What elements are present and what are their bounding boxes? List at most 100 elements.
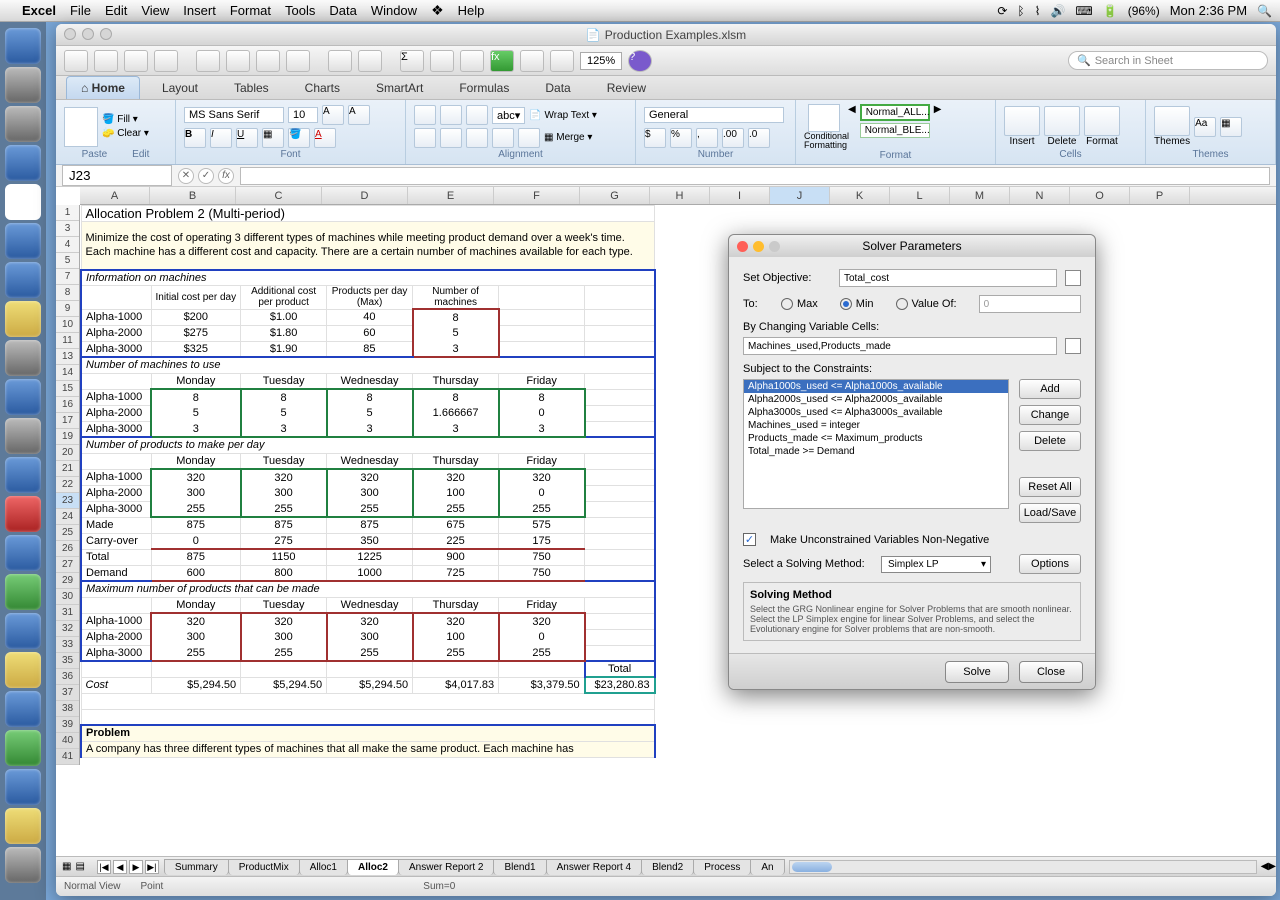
sheet-tab-process[interactable]: Process — [693, 859, 751, 875]
redo-button[interactable] — [358, 50, 382, 72]
tab-prev[interactable]: ◀ — [113, 860, 127, 874]
fill-color[interactable]: 🪣 — [288, 128, 310, 148]
dock-app17[interactable] — [5, 652, 41, 688]
dock-itunes[interactable] — [5, 262, 41, 298]
tab-formulas[interactable]: Formulas — [445, 77, 523, 99]
help-icon[interactable]: ? — [628, 50, 652, 72]
font-color[interactable]: A — [314, 128, 336, 148]
solver-titlebar[interactable]: Solver Parameters — [729, 235, 1095, 257]
paste-button[interactable] — [256, 50, 280, 72]
open-button[interactable] — [124, 50, 148, 72]
menu-window[interactable]: Window — [371, 3, 417, 18]
menu-insert[interactable]: Insert — [183, 3, 216, 18]
paste-big[interactable] — [64, 107, 98, 147]
font-size[interactable]: 10 — [288, 107, 318, 123]
method-select[interactable]: Simplex LP — [881, 556, 991, 573]
style-normal-ble[interactable]: Normal_BLE... — [860, 123, 930, 138]
input-icon[interactable]: ⌨ — [1075, 4, 1092, 18]
tab-scroll-right[interactable]: ▶ — [1268, 861, 1276, 872]
new-button[interactable] — [94, 50, 118, 72]
objective-input[interactable] — [839, 269, 1057, 287]
dock-mail[interactable] — [5, 223, 41, 259]
change-constraint-button[interactable]: Change — [1019, 405, 1081, 425]
horizontal-scrollbar[interactable] — [789, 860, 1257, 874]
tab-tables[interactable]: Tables — [220, 77, 283, 99]
tab-review[interactable]: Review — [593, 77, 660, 99]
align-bot[interactable] — [466, 105, 488, 125]
menu-file[interactable]: File — [70, 3, 91, 18]
number-format[interactable]: General — [644, 107, 784, 123]
app-name[interactable]: Excel — [22, 3, 56, 18]
nonneg-checkbox[interactable]: ✓ — [743, 533, 756, 546]
theme-colors[interactable]: ▦ — [1220, 117, 1242, 137]
chart-button[interactable] — [520, 50, 544, 72]
accept-formula[interactable]: ✓ — [198, 168, 214, 184]
fx-button[interactable]: fx — [490, 50, 514, 72]
dec-decimal[interactable]: .0 — [748, 128, 770, 148]
changing-picker[interactable] — [1065, 338, 1081, 354]
sheet-tab-alloc2[interactable]: Alloc2 — [347, 859, 399, 875]
solve-button[interactable]: Solve — [945, 661, 1009, 683]
menu-data[interactable]: Data — [329, 3, 356, 18]
wrap-text[interactable]: 📄 Wrap Text ▾ — [529, 110, 597, 121]
sync-icon[interactable]: ⟳ — [997, 4, 1007, 18]
sheet-tab-productmix[interactable]: ProductMix — [228, 859, 300, 875]
spotlight-icon[interactable]: 🔍 — [1257, 4, 1272, 18]
dock-excel[interactable] — [5, 574, 41, 610]
dock-app9[interactable] — [5, 340, 41, 376]
outdent[interactable] — [492, 128, 514, 148]
close-button[interactable]: Close — [1019, 661, 1083, 683]
search-input[interactable]: 🔍 Search in Sheet — [1068, 51, 1268, 70]
filter-button[interactable] — [460, 50, 484, 72]
add-constraint-button[interactable]: Add — [1019, 379, 1081, 399]
undo-button[interactable] — [328, 50, 352, 72]
conditional-formatting[interactable]: Conditional Formatting — [804, 104, 844, 150]
view-layout-icon[interactable]: ▤ — [75, 861, 84, 872]
window-titlebar[interactable]: 📄 Production Examples.xlsm — [56, 24, 1276, 46]
currency[interactable]: $ — [644, 128, 666, 148]
dock-app21[interactable] — [5, 808, 41, 844]
tab-first[interactable]: |◀ — [97, 860, 111, 874]
underline-button[interactable]: U — [236, 128, 258, 148]
cut-button[interactable] — [196, 50, 220, 72]
column-headers[interactable]: ABCDEFGHIJKLMNOP — [80, 187, 1276, 205]
menu-view[interactable]: View — [141, 3, 169, 18]
menu-edit[interactable]: Edit — [105, 3, 127, 18]
align-left[interactable] — [414, 128, 436, 148]
sheet-tab-summary[interactable]: Summary — [164, 859, 229, 875]
theme-fonts[interactable]: Aa — [1194, 117, 1216, 137]
orientation[interactable]: abc▾ — [492, 107, 525, 124]
radio-max[interactable]: Max — [781, 298, 818, 310]
view-normal-icon[interactable]: ▦ — [62, 861, 71, 872]
sheet-tab-answer report 2[interactable]: Answer Report 2 — [398, 859, 494, 875]
shrink-font[interactable]: A — [348, 105, 370, 125]
dock-dashboard[interactable] — [5, 67, 41, 103]
dock-app12[interactable] — [5, 457, 41, 493]
align-right[interactable] — [466, 128, 488, 148]
style-normal-all[interactable]: Normal_ALL... — [860, 104, 930, 121]
inc-decimal[interactable]: .00 — [722, 128, 744, 148]
zoom-button[interactable] — [100, 28, 112, 40]
tab-scroll-left[interactable]: ◀ — [1261, 861, 1269, 872]
merge-menu[interactable]: ▦ Merge ▾ — [544, 132, 592, 143]
help-button[interactable] — [550, 50, 574, 72]
tab-data[interactable]: Data — [531, 77, 584, 99]
dock-app20[interactable] — [5, 769, 41, 805]
sheet-tab-an[interactable]: An — [750, 859, 784, 875]
menu-format[interactable]: Format — [230, 3, 271, 18]
zoom-select[interactable]: 125% — [580, 52, 622, 70]
themes-button[interactable] — [1154, 106, 1190, 136]
italic-button[interactable]: I — [210, 128, 232, 148]
menu-help[interactable]: Help — [458, 3, 485, 18]
bold-button[interactable]: B — [184, 128, 206, 148]
solver-close-light[interactable] — [737, 241, 748, 252]
tab-smartart[interactable]: SmartArt — [362, 77, 437, 99]
battery-icon[interactable]: 🔋 — [1103, 4, 1118, 18]
dock-finder[interactable] — [5, 28, 41, 64]
align-top[interactable] — [414, 105, 436, 125]
dock-app19[interactable] — [5, 730, 41, 766]
tab-last[interactable]: ▶| — [145, 860, 159, 874]
insert-cells[interactable] — [1004, 106, 1040, 136]
format-painter-button[interactable] — [286, 50, 310, 72]
sheet-tab-answer report 4[interactable]: Answer Report 4 — [546, 859, 642, 875]
